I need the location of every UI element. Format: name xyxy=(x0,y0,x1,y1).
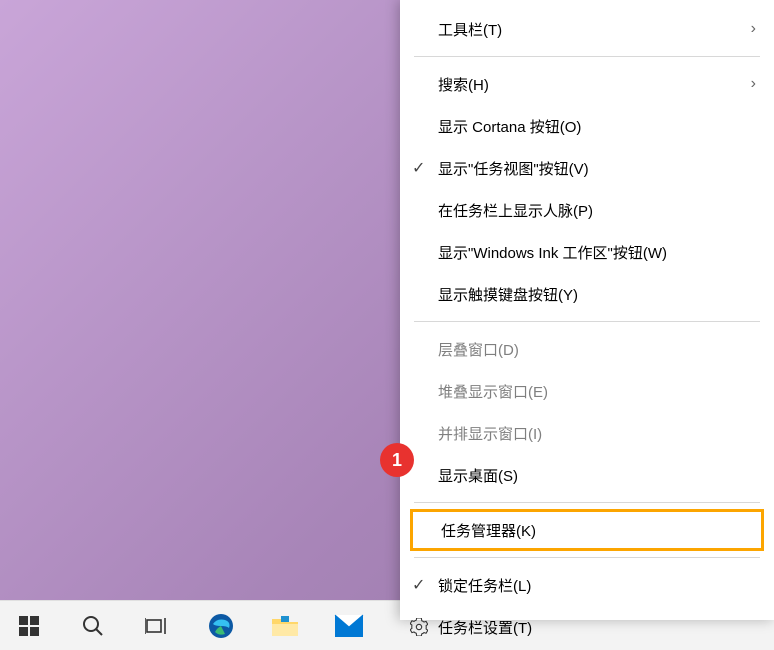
menu-label: 显示触摸键盘按钮(Y) xyxy=(438,284,578,305)
menu-label: 堆叠显示窗口(E) xyxy=(438,381,548,402)
menu-separator xyxy=(414,502,760,503)
menu-show-cortana[interactable]: 显示 Cortana 按钮(O) xyxy=(400,105,774,147)
menu-stacked-windows: 堆叠显示窗口(E) xyxy=(400,370,774,412)
chevron-right-icon: › xyxy=(751,75,756,93)
taskbar-context-menu: 工具栏(T) › 搜索(H) › 显示 Cortana 按钮(O) ✓ 显示"任… xyxy=(400,0,774,620)
chevron-right-icon: › xyxy=(751,20,756,38)
menu-label: 搜索(H) xyxy=(438,74,489,95)
mail-button[interactable] xyxy=(326,603,372,649)
menu-separator xyxy=(414,321,760,322)
menu-cascade-windows: 层叠窗口(D) xyxy=(400,328,774,370)
check-icon: ✓ xyxy=(412,575,425,595)
menu-show-touch-keyboard[interactable]: 显示触摸键盘按钮(Y) xyxy=(400,273,774,315)
gear-icon xyxy=(410,618,428,636)
menu-label: 任务管理器(K) xyxy=(441,520,536,541)
menu-label: 在任务栏上显示人脉(P) xyxy=(438,200,593,221)
menu-lock-taskbar[interactable]: ✓ 锁定任务栏(L) xyxy=(400,564,774,606)
menu-task-manager[interactable]: 任务管理器(K) xyxy=(410,509,764,551)
task-view-button[interactable] xyxy=(134,603,180,649)
task-view-icon xyxy=(145,616,169,636)
menu-show-desktop[interactable]: 显示桌面(S) xyxy=(400,454,774,496)
menu-label: 显示"任务视图"按钮(V) xyxy=(438,158,589,179)
menu-label: 显示桌面(S) xyxy=(438,465,518,486)
menu-show-ink[interactable]: 显示"Windows Ink 工作区"按钮(W) xyxy=(400,231,774,273)
start-button[interactable] xyxy=(6,603,52,649)
menu-label: 显示"Windows Ink 工作区"按钮(W) xyxy=(438,242,667,263)
menu-label: 锁定任务栏(L) xyxy=(438,575,531,596)
menu-show-task-view[interactable]: ✓ 显示"任务视图"按钮(V) xyxy=(400,147,774,189)
edge-icon xyxy=(207,612,235,640)
mail-icon xyxy=(334,614,364,638)
menu-label: 工具栏(T) xyxy=(438,19,502,40)
edge-button[interactable] xyxy=(198,603,244,649)
menu-taskbar-settings[interactable]: 任务栏设置(T) xyxy=(400,606,774,648)
menu-show-people[interactable]: 在任务栏上显示人脉(P) xyxy=(400,189,774,231)
file-explorer-button[interactable] xyxy=(262,603,308,649)
menu-side-by-side: 并排显示窗口(I) xyxy=(400,412,774,454)
annotation-number: 1 xyxy=(392,450,402,471)
menu-search[interactable]: 搜索(H) › xyxy=(400,63,774,105)
search-button[interactable] xyxy=(70,603,116,649)
folder-icon xyxy=(271,614,299,638)
menu-toolbars[interactable]: 工具栏(T) › xyxy=(400,8,774,50)
menu-separator xyxy=(414,56,760,57)
menu-label: 层叠窗口(D) xyxy=(438,339,519,360)
check-icon: ✓ xyxy=(412,158,425,178)
windows-icon xyxy=(19,616,39,636)
annotation-badge-1: 1 xyxy=(380,443,414,477)
menu-label: 并排显示窗口(I) xyxy=(438,423,542,444)
search-icon xyxy=(82,615,104,637)
menu-label: 任务栏设置(T) xyxy=(438,617,532,638)
menu-separator xyxy=(414,557,760,558)
menu-label: 显示 Cortana 按钮(O) xyxy=(438,116,581,137)
